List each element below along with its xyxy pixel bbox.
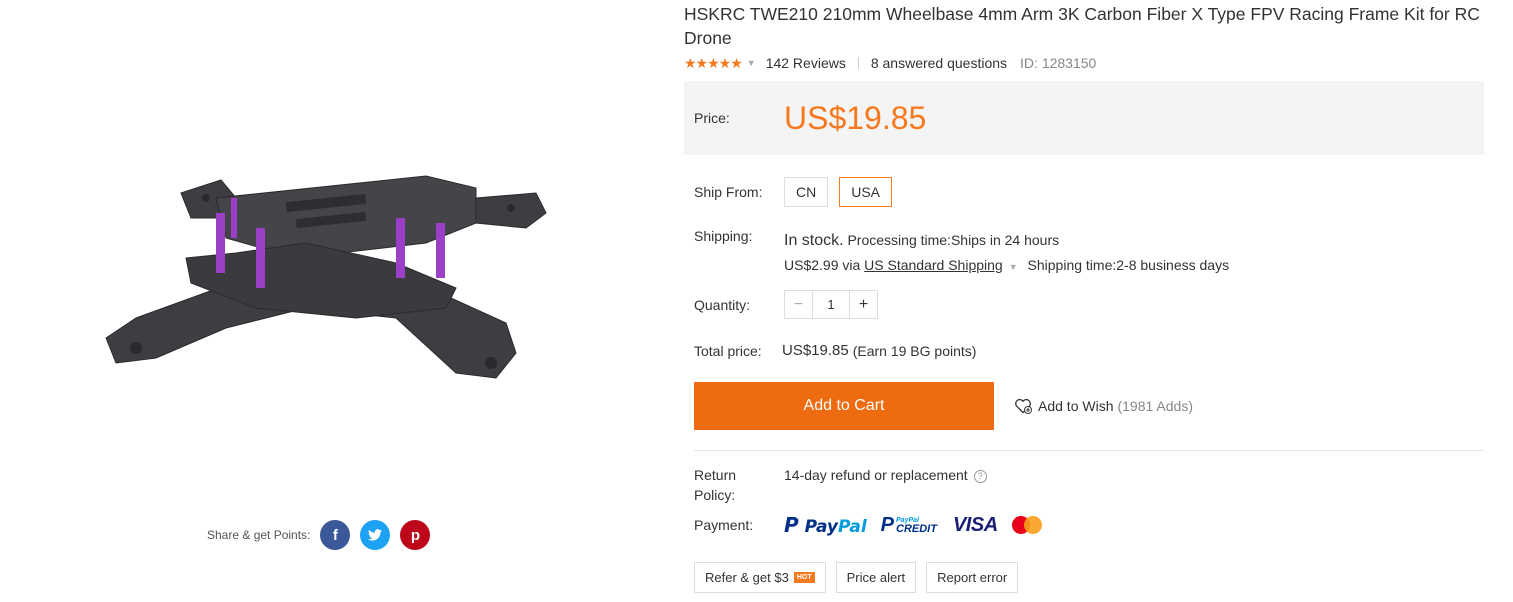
twitter-share-button[interactable] bbox=[360, 520, 391, 550]
bg-points: (Earn 19 BG points) bbox=[852, 342, 977, 359]
price-alert-button[interactable]: Price alert bbox=[835, 562, 917, 593]
shipping-method-link[interactable]: US Standard Shipping bbox=[864, 257, 1003, 273]
quantity-increase-button[interactable]: + bbox=[849, 291, 877, 318]
product-image[interactable] bbox=[96, 168, 556, 398]
add-to-wish-label: Add to Wish bbox=[1038, 398, 1114, 414]
help-icon[interactable]: ? bbox=[973, 469, 987, 483]
utility-buttons: Refer & get $3 HOT Price alert Report er… bbox=[694, 562, 1028, 593]
chevron-down-icon[interactable]: ▼ bbox=[1009, 262, 1018, 272]
rating-stars[interactable]: ★★★★★ bbox=[684, 55, 743, 72]
quantity-stepper: − + bbox=[784, 290, 878, 319]
total-price-value: US$19.85 bbox=[782, 342, 849, 359]
product-title: HSKRC TWE210 210mm Wheelbase 4mm Arm 3K … bbox=[684, 4, 1480, 48]
return-policy-label: Return Policy: bbox=[694, 465, 784, 505]
return-policy-row: Return Policy: 14-day refund or replacem… bbox=[694, 465, 987, 505]
quantity-input[interactable] bbox=[813, 291, 849, 318]
payment-label: Payment: bbox=[694, 517, 754, 533]
chevron-down-icon[interactable]: ▼ bbox=[747, 58, 756, 68]
price-box: Price: US$19.85 bbox=[684, 81, 1484, 155]
divider bbox=[857, 57, 859, 69]
pinterest-share-button[interactable]: p bbox=[400, 520, 431, 550]
facebook-icon: f bbox=[332, 526, 338, 544]
processing-time: Processing time:Ships in 24 hours bbox=[847, 232, 1060, 248]
visa-logo: VISA bbox=[952, 513, 998, 536]
answered-questions-link[interactable]: 8 answered questions bbox=[871, 55, 1007, 71]
payment-row: Payment: P PayPal P PayPal CREDIT VISA bbox=[694, 513, 1042, 537]
refer-label: Refer & get $3 bbox=[705, 570, 789, 585]
quantity-decrease-button[interactable]: − bbox=[785, 291, 813, 318]
reviews-link[interactable]: 142 Reviews bbox=[766, 55, 846, 71]
shipping-time: Shipping time:2-8 business days bbox=[1027, 257, 1230, 273]
wish-count: (1981 Adds) bbox=[1117, 398, 1193, 414]
quantity-label: Quantity: bbox=[694, 296, 751, 313]
total-price-label: Total price: bbox=[694, 342, 762, 359]
ship-from-usa-option[interactable]: USA bbox=[839, 177, 893, 207]
divider bbox=[694, 450, 1484, 451]
heart-plus-icon bbox=[1015, 398, 1032, 414]
shipping-details: In stock. Processing time:Ships in 24 ho… bbox=[784, 228, 1229, 279]
add-to-cart-button[interactable]: Add to Cart bbox=[694, 382, 994, 430]
stock-status: In stock. bbox=[784, 232, 844, 249]
quantity-row: Quantity: − + bbox=[694, 290, 878, 319]
price-value: US$19.85 bbox=[784, 99, 927, 136]
return-policy-label-line1: Return bbox=[694, 467, 737, 483]
price-label: Price: bbox=[694, 110, 730, 126]
add-to-wish-button[interactable]: Add to Wish (1981 Adds) bbox=[1014, 398, 1193, 414]
shipping-row: Shipping: In stock. Processing time:Ship… bbox=[694, 228, 1229, 279]
total-price-row: Total price: US$19.85 (Earn 19 BG points… bbox=[694, 342, 976, 359]
pinterest-icon: p bbox=[410, 526, 420, 544]
product-id: ID: 1283150 bbox=[1020, 55, 1097, 71]
shipping-label: Shipping: bbox=[694, 228, 753, 244]
twitter-icon bbox=[368, 529, 383, 541]
return-policy-text: 14-day refund or replacement? bbox=[784, 465, 987, 505]
refer-button[interactable]: Refer & get $3 HOT bbox=[694, 562, 826, 593]
paypal-logo: P PayPal bbox=[784, 513, 867, 537]
share-label: Share & get Points: bbox=[207, 528, 311, 542]
product-info: HSKRC TWE210 210mm Wheelbase 4mm Arm 3K … bbox=[684, 0, 1484, 155]
return-policy-value: 14-day refund or replacement bbox=[784, 467, 968, 483]
product-gallery: Share & get Points: f p bbox=[0, 0, 640, 602]
shipping-cost: US$2.99 via bbox=[784, 257, 861, 273]
facebook-share-button[interactable]: f bbox=[320, 520, 351, 550]
ship-from-label: Ship From: bbox=[694, 184, 763, 200]
payment-logos: P PayPal P PayPal CREDIT VISA bbox=[784, 513, 1042, 537]
mastercard-logo bbox=[1011, 516, 1042, 534]
product-meta: ★★★★★ ▼ 142 Reviews 8 answered questions… bbox=[684, 54, 1484, 72]
report-error-button[interactable]: Report error bbox=[926, 562, 1019, 593]
paypal-credit-logo: P PayPal CREDIT bbox=[880, 513, 937, 536]
ship-from-cn-option[interactable]: CN bbox=[784, 177, 829, 207]
share-bar: Share & get Points: f p bbox=[207, 520, 440, 550]
purchase-actions: Add to Cart Add to Wish (1981 Adds) bbox=[694, 382, 1193, 430]
return-policy-label-line2: Policy: bbox=[694, 487, 736, 503]
hot-badge: HOT bbox=[793, 572, 815, 583]
ship-from-row: Ship From: CN USA bbox=[694, 177, 903, 207]
